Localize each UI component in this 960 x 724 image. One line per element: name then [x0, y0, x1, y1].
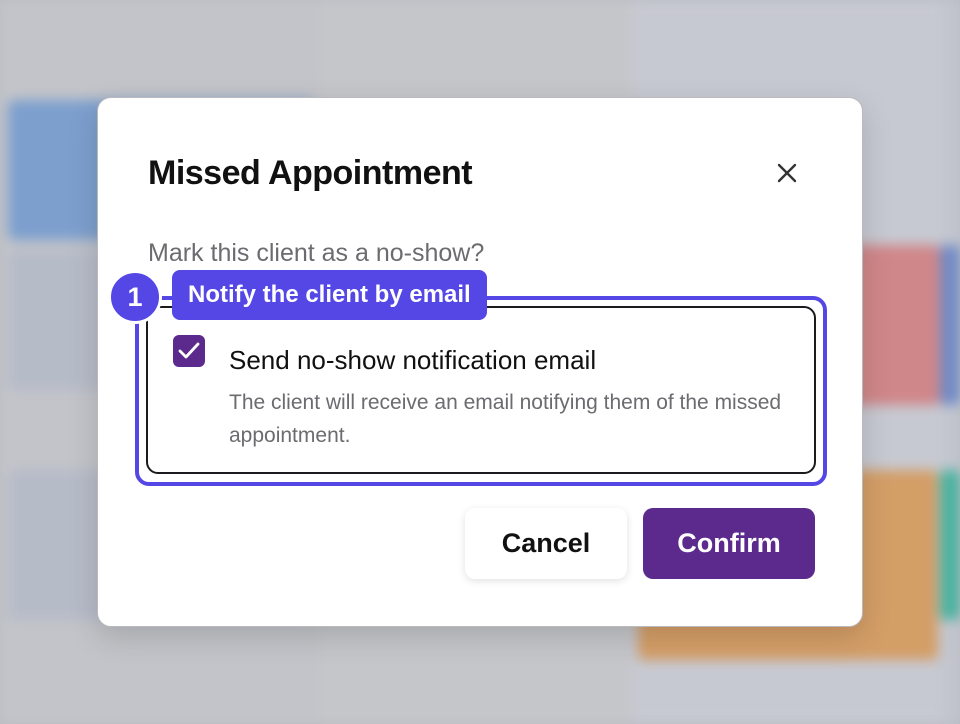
missed-appointment-dialog: Missed Appointment Mark this client as a…: [97, 97, 863, 627]
dialog-prompt: Mark this client as a no-show?: [148, 239, 485, 267]
step-number-badge: 1: [108, 270, 162, 324]
confirm-button[interactable]: Confirm: [643, 508, 815, 579]
close-icon: [777, 163, 797, 183]
option-description: The client will receive an email notifyi…: [229, 391, 782, 447]
step-label: Notify the client by email: [172, 270, 487, 320]
checkmark-icon: [178, 342, 200, 359]
notification-email-option[interactable]: Send no-show notification email The clie…: [146, 306, 816, 474]
close-button[interactable]: [772, 158, 802, 188]
notification-email-checkbox[interactable]: [173, 335, 205, 367]
option-title: Send no-show notification email: [229, 345, 597, 375]
cancel-button[interactable]: Cancel: [465, 508, 627, 579]
dialog-title: Missed Appointment: [148, 154, 473, 192]
